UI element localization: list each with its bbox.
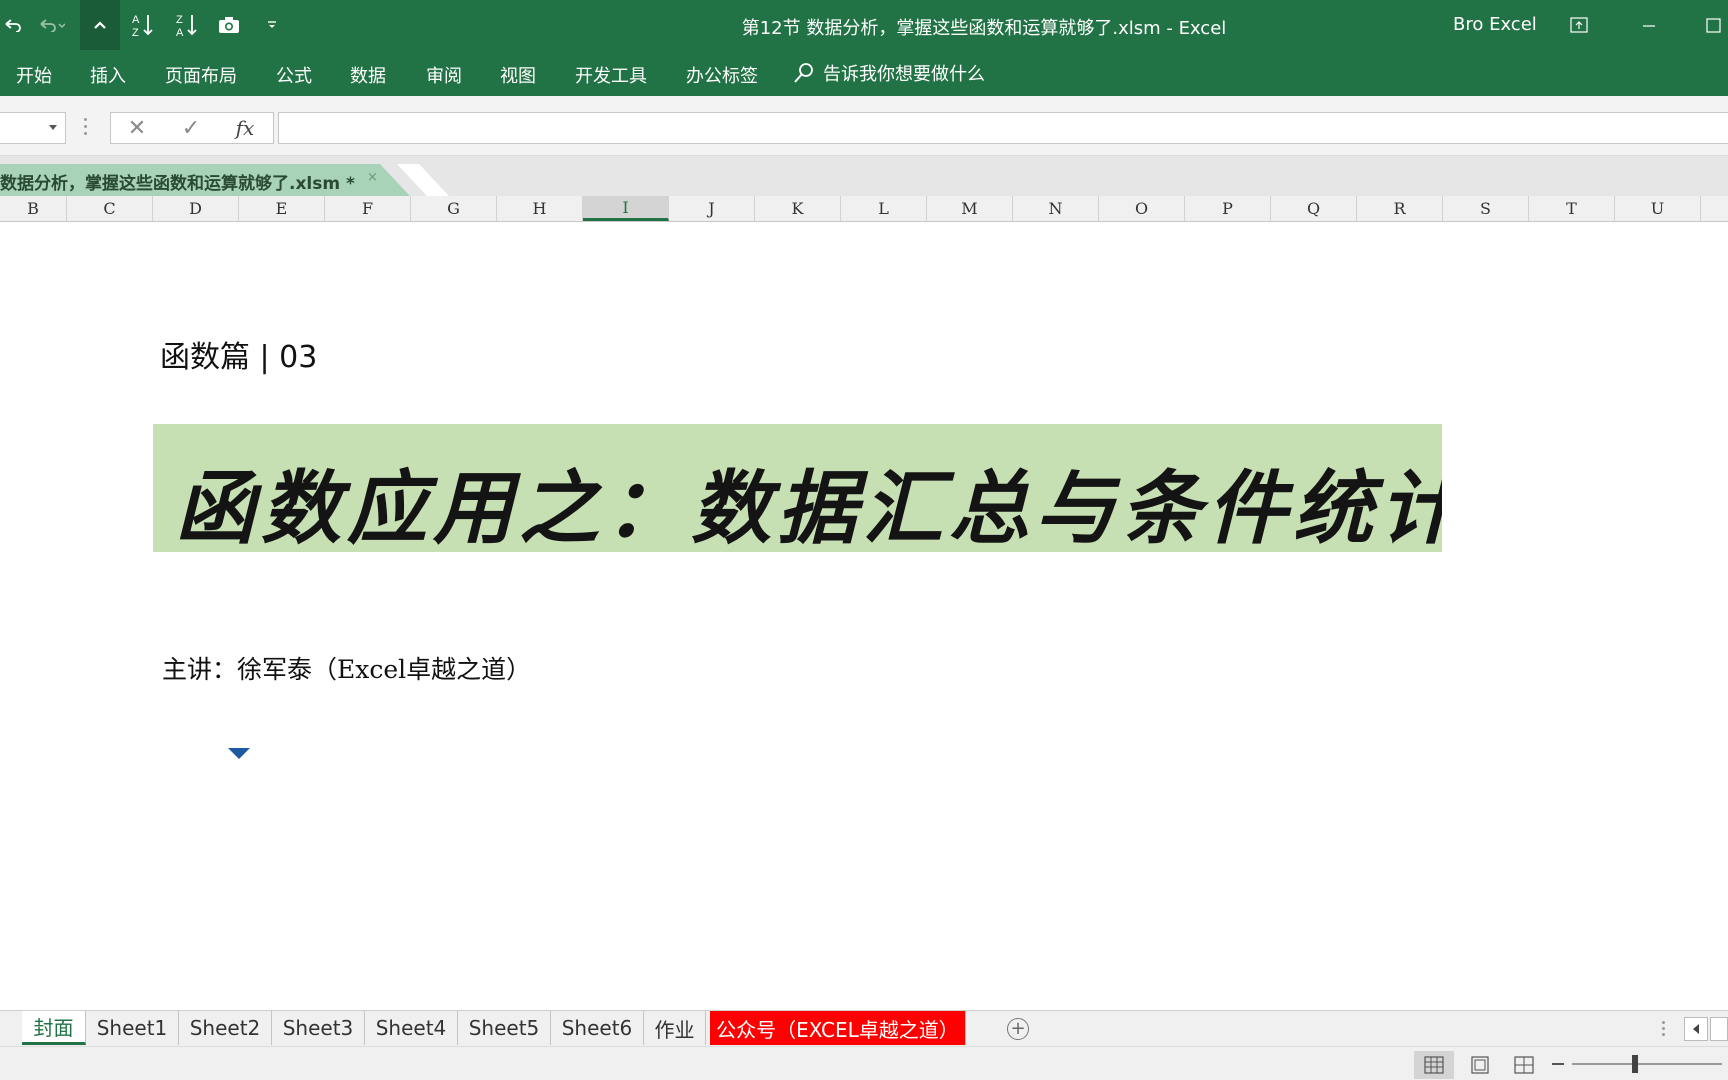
zoom-out-icon[interactable] — [1552, 1063, 1564, 1065]
search-icon — [794, 63, 813, 83]
minimize-icon — [1643, 25, 1655, 27]
column-header-m[interactable]: M — [927, 196, 1013, 221]
column-header-l[interactable]: L — [841, 196, 927, 221]
zoom-slider[interactable] — [1572, 1063, 1722, 1065]
workbook-tab[interactable]: 数据分析，掌握这些函数和运算就够了.xlsm * × — [0, 164, 410, 196]
formula-bar-resize-handle[interactable] — [84, 118, 88, 138]
title-banner[interactable]: 函数应用之：数据汇总与条件统计 — [153, 424, 1442, 552]
chevron-down-icon[interactable] — [49, 125, 57, 130]
sheet-tab-sheet4[interactable]: Sheet4 — [365, 1011, 458, 1045]
maximize-button[interactable] — [1700, 12, 1726, 38]
cancel-icon[interactable]: ✕ — [117, 113, 157, 143]
name-box[interactable] — [0, 112, 66, 144]
column-header-n[interactable]: N — [1013, 196, 1099, 221]
sheet-tab-sheet3[interactable]: Sheet3 — [272, 1011, 365, 1045]
banner-text: 函数应用之：数据汇总与条件统计 — [175, 461, 1442, 552]
column-header-t[interactable]: T — [1529, 196, 1615, 221]
tab-split-handle[interactable] — [1662, 1021, 1665, 1039]
page-break-icon — [1514, 1056, 1534, 1074]
page-break-view-button[interactable] — [1504, 1051, 1544, 1079]
column-header-o[interactable]: O — [1099, 196, 1185, 221]
column-headers: BCDEFGHIJKLMNOPQRSTU — [0, 196, 1728, 222]
column-header-u[interactable]: U — [1615, 196, 1701, 221]
workbook-tab-label: 数据分析，掌握这些函数和运算就够了.xlsm * — [0, 174, 355, 194]
column-header-b[interactable]: B — [0, 196, 67, 221]
column-header-c[interactable]: C — [67, 196, 153, 221]
chevron-left-icon — [1693, 1024, 1699, 1034]
sheet-tab-sheet5[interactable]: Sheet5 — [458, 1011, 551, 1045]
column-header-k[interactable]: K — [755, 196, 841, 221]
formula-input[interactable] — [278, 112, 1728, 144]
sheet-tab-homework[interactable]: 作业 — [644, 1011, 706, 1045]
tab-insert[interactable]: 插入 — [90, 62, 126, 88]
ribbon-display-options-button[interactable] — [1566, 12, 1592, 38]
formula-bar: ✕ ✓ fx — [0, 96, 1728, 156]
minimize-button[interactable] — [1636, 12, 1662, 38]
tab-review[interactable]: 审阅 — [426, 62, 462, 88]
close-icon[interactable]: × — [367, 170, 378, 185]
sheet-tab-sheet6[interactable]: Sheet6 — [551, 1011, 644, 1045]
tab-page-layout[interactable]: 页面布局 — [165, 62, 237, 88]
sheet-subtitle[interactable]: 函数篇 | 03 — [160, 332, 317, 376]
horizontal-scrollbar[interactable] — [1710, 1017, 1728, 1041]
ribbon-tabs: 开始 插入 页面布局 公式 数据 审阅 视图 开发工具 办公标签 告诉我你想要做… — [0, 50, 1728, 96]
tab-office-tab[interactable]: 办公标签 — [686, 62, 758, 88]
column-header-p[interactable]: P — [1185, 196, 1271, 221]
tell-me-text: 告诉我你想要做什么 — [823, 64, 985, 85]
tab-view[interactable]: 视图 — [500, 62, 536, 88]
tab-home[interactable]: 开始 — [16, 62, 52, 88]
column-header-i[interactable]: I — [583, 196, 669, 221]
sheet-tab-sheet2[interactable]: Sheet2 — [179, 1011, 272, 1045]
insert-function-icon[interactable]: fx — [225, 113, 265, 143]
formula-buttons: ✕ ✓ fx — [110, 112, 274, 144]
normal-view-button[interactable] — [1414, 1051, 1454, 1079]
column-header-j[interactable]: J — [669, 196, 755, 221]
sheet-tab-sheet1[interactable]: Sheet1 — [86, 1011, 179, 1045]
title-bar: AZ ZA 第12节 数据分析，掌握这些函数和运算就够了.xlsm - Exce… — [0, 0, 1728, 50]
column-header-s[interactable]: S — [1443, 196, 1529, 221]
column-header-r[interactable]: R — [1357, 196, 1443, 221]
presenter-text[interactable]: 主讲：徐军泰（Excel卓越之道） — [162, 650, 531, 686]
triangle-marker-icon[interactable] — [228, 748, 250, 759]
tab-data[interactable]: 数据 — [350, 62, 386, 88]
page-layout-icon — [1471, 1056, 1489, 1074]
sheet-tab-official-account[interactable]: 公众号（EXCEL卓越之道） — [710, 1011, 966, 1045]
user-name[interactable]: Bro Excel — [1453, 14, 1537, 35]
scroll-left-button[interactable] — [1684, 1017, 1708, 1041]
column-header-q[interactable]: Q — [1271, 196, 1357, 221]
column-header-h[interactable]: H — [497, 196, 583, 221]
workbook-tab-strip: 数据分析，掌握这些函数和运算就够了.xlsm * × — [0, 156, 1728, 196]
grid-view-icon — [1424, 1056, 1444, 1074]
ribbon-display-icon — [1570, 17, 1588, 33]
tell-me-search[interactable]: 告诉我你想要做什么 — [793, 60, 985, 86]
column-header-f[interactable]: F — [325, 196, 411, 221]
status-bar — [0, 1046, 1728, 1080]
column-header-g[interactable]: G — [411, 196, 497, 221]
column-header-e[interactable]: E — [239, 196, 325, 221]
sheet-tab-bar: 封面 Sheet1 Sheet2 Sheet3 Sheet4 Sheet5 Sh… — [0, 1010, 1728, 1046]
page-layout-view-button[interactable] — [1460, 1051, 1500, 1079]
maximize-icon — [1706, 18, 1721, 33]
column-header-d[interactable]: D — [153, 196, 239, 221]
tab-developer[interactable]: 开发工具 — [575, 62, 647, 88]
zoom-slider-thumb[interactable] — [1632, 1055, 1638, 1073]
sheet-tab-cover[interactable]: 封面 — [22, 1011, 86, 1045]
enter-icon[interactable]: ✓ — [171, 113, 211, 143]
add-sheet-icon[interactable]: + — [1007, 1018, 1029, 1040]
tab-formulas[interactable]: 公式 — [276, 62, 312, 88]
